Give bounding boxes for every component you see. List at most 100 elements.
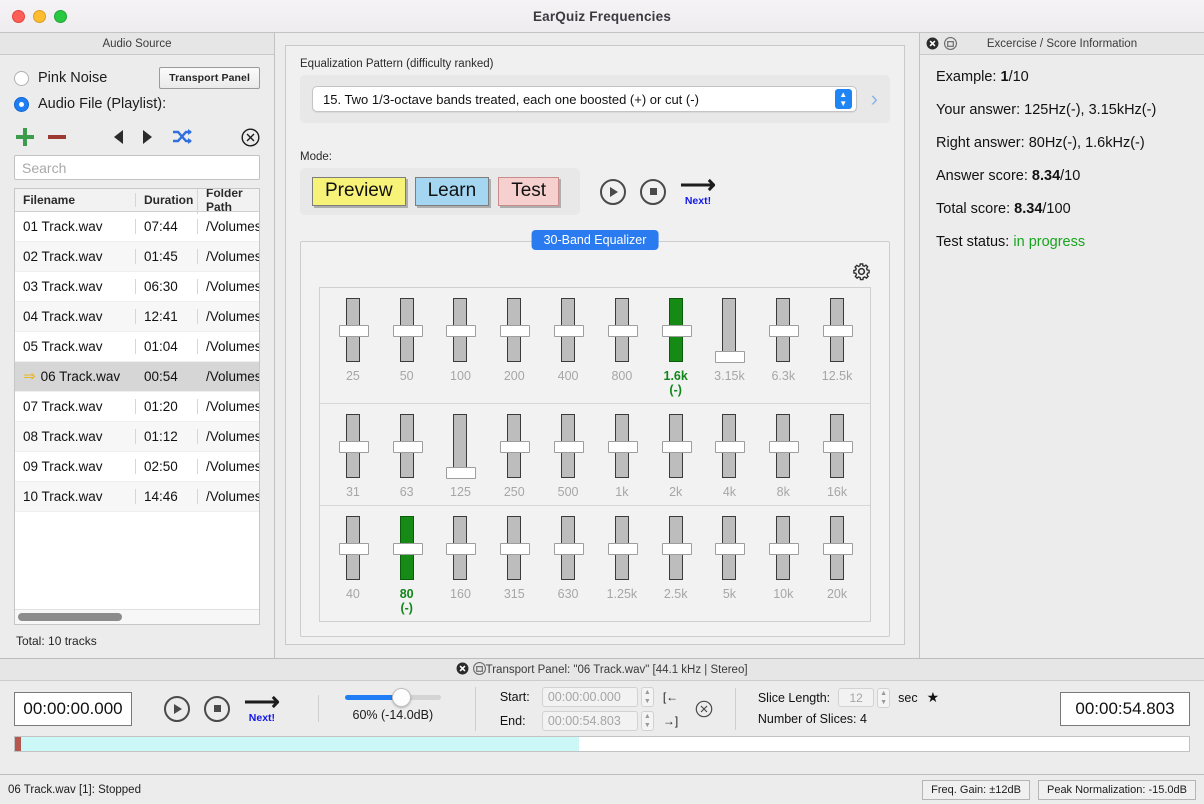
stop-icon[interactable] <box>640 179 666 205</box>
mode-button-learn[interactable]: Learn <box>415 177 490 206</box>
shuffle-icon[interactable] <box>172 129 192 145</box>
end-field[interactable]: 00:00:54.803 <box>542 711 638 731</box>
play-icon[interactable] <box>600 179 626 205</box>
jump-to-start-button[interactable]: [← <box>663 690 683 704</box>
eq-slider-knob[interactable] <box>769 441 799 453</box>
clear-playlist-icon[interactable] <box>241 128 260 147</box>
eq-slider-knob[interactable] <box>393 543 423 555</box>
playlist-horizontal-scrollbar[interactable] <box>15 609 259 624</box>
audio-file-radio[interactable] <box>14 97 29 112</box>
eq-slider-track[interactable] <box>400 414 414 478</box>
eq-slider-knob[interactable] <box>769 325 799 337</box>
eq-band-40[interactable]: 40 <box>331 516 375 615</box>
eq-band-16k[interactable]: 16k <box>815 414 859 499</box>
eq-slider-track[interactable] <box>722 414 736 478</box>
eq-slider-track[interactable] <box>507 516 521 580</box>
eq-slider-track[interactable] <box>669 516 683 580</box>
eq-slider-track[interactable] <box>561 516 575 580</box>
chevron-right-icon[interactable]: › <box>871 88 878 110</box>
eq-slider-knob[interactable] <box>769 543 799 555</box>
eq-band-80[interactable]: 80(-) <box>385 516 429 615</box>
eq-slider-knob[interactable] <box>662 543 692 555</box>
playhead-cursor[interactable] <box>15 737 21 751</box>
next-icon[interactable] <box>143 130 152 144</box>
start-stepper[interactable]: ▲▼ <box>641 687 654 707</box>
eq-band-25[interactable]: 25 <box>331 298 375 397</box>
eq-band-160[interactable]: 160 <box>438 516 482 615</box>
table-row[interactable]: 05 Track.wav01:04/Volumes/ <box>15 332 259 362</box>
table-row[interactable]: ⇒06 Track.wav00:54/Volumes/ <box>15 362 259 392</box>
eq-slider-knob[interactable] <box>500 441 530 453</box>
eq-slider-knob[interactable] <box>500 325 530 337</box>
table-row[interactable]: 04 Track.wav12:41/Volumes/ <box>15 302 259 332</box>
eq-slider-track[interactable] <box>615 516 629 580</box>
eq-slider-track[interactable] <box>830 516 844 580</box>
eq-slider-track[interactable] <box>722 298 736 362</box>
eq-slider-track[interactable] <box>776 414 790 478</box>
eq-slider-knob[interactable] <box>608 325 638 337</box>
mode-button-test[interactable]: Test <box>498 177 559 206</box>
close-icon[interactable] <box>456 662 469 675</box>
eq-slider-knob[interactable] <box>608 543 638 555</box>
volume-slider[interactable] <box>345 695 441 700</box>
slice-length-stepper[interactable]: ▲▼ <box>877 688 890 708</box>
column-header-folderpath[interactable]: Folder Path <box>197 188 259 214</box>
eq-slider-track[interactable] <box>830 298 844 362</box>
eq-band-125[interactable]: 125 <box>438 414 482 499</box>
eq-slider-knob[interactable] <box>662 325 692 337</box>
star-icon[interactable]: ★ <box>927 689 940 706</box>
play-icon[interactable] <box>164 696 190 722</box>
eq-slider-track[interactable] <box>400 298 414 362</box>
eq-slider-knob[interactable] <box>823 325 853 337</box>
transport-next-button[interactable]: ⟶ Next! <box>244 693 280 724</box>
eq-slider-knob[interactable] <box>554 325 584 337</box>
total-duration-field[interactable]: 00:00:54.803 <box>1060 692 1190 726</box>
eq-band-3.15k[interactable]: 3.15k <box>707 298 751 397</box>
eq-slider-track[interactable] <box>453 516 467 580</box>
eq-slider-track[interactable] <box>346 414 360 478</box>
eq-slider-track[interactable] <box>722 516 736 580</box>
detach-icon[interactable] <box>473 662 486 675</box>
eq-band-5k[interactable]: 5k <box>707 516 751 615</box>
eq-slider-knob[interactable] <box>554 441 584 453</box>
transport-panel-button[interactable]: Transport Panel <box>159 67 260 89</box>
stop-icon[interactable] <box>204 696 230 722</box>
eq-band-200[interactable]: 200 <box>492 298 536 397</box>
eq-band-31[interactable]: 31 <box>331 414 375 499</box>
column-header-duration[interactable]: Duration <box>135 193 197 207</box>
eq-slider-knob[interactable] <box>662 441 692 453</box>
eq-slider-track[interactable] <box>561 298 575 362</box>
table-row[interactable]: 03 Track.wav06:30/Volumes/ <box>15 272 259 302</box>
eq-slider-track[interactable] <box>346 298 360 362</box>
current-time-field[interactable]: 00:00:00.000 <box>14 692 132 726</box>
freq-gain-chip[interactable]: Freq. Gain: ±12dB <box>922 780 1030 800</box>
close-icon[interactable] <box>926 37 939 50</box>
eq-slider-knob[interactable] <box>554 543 584 555</box>
eq-slider-track[interactable] <box>776 298 790 362</box>
eq-slider-track[interactable] <box>507 298 521 362</box>
eq-slider-knob[interactable] <box>446 543 476 555</box>
eq-slider-track[interactable] <box>615 298 629 362</box>
pattern-select[interactable]: 15. Two 1/3-octave bands treated, each o… <box>312 86 857 112</box>
search-input[interactable]: Search <box>14 155 260 180</box>
slice-length-field[interactable]: 12 <box>838 688 874 707</box>
eq-slider-track[interactable] <box>400 516 414 580</box>
eq-slider-track[interactable] <box>776 516 790 580</box>
pink-noise-radio[interactable] <box>14 71 29 86</box>
eq-slider-track[interactable] <box>346 516 360 580</box>
eq-slider-track[interactable] <box>615 414 629 478</box>
mode-button-preview[interactable]: Preview <box>312 177 406 206</box>
next-exercise-button[interactable]: ⟶ Next! <box>680 176 716 207</box>
eq-slider-knob[interactable] <box>339 543 369 555</box>
eq-band-10k[interactable]: 10k <box>761 516 805 615</box>
eq-band-63[interactable]: 63 <box>385 414 429 499</box>
waveform-progress-bar[interactable] <box>14 736 1190 752</box>
eq-band-4k[interactable]: 4k <box>707 414 751 499</box>
eq-slider-track[interactable] <box>453 298 467 362</box>
column-header-filename[interactable]: Filename <box>15 193 135 207</box>
eq-band-1k[interactable]: 1k <box>600 414 644 499</box>
jump-to-end-button[interactable]: →] <box>663 714 683 728</box>
eq-band-20k[interactable]: 20k <box>815 516 859 615</box>
eq-band-8k[interactable]: 8k <box>761 414 805 499</box>
eq-slider-knob[interactable] <box>393 325 423 337</box>
